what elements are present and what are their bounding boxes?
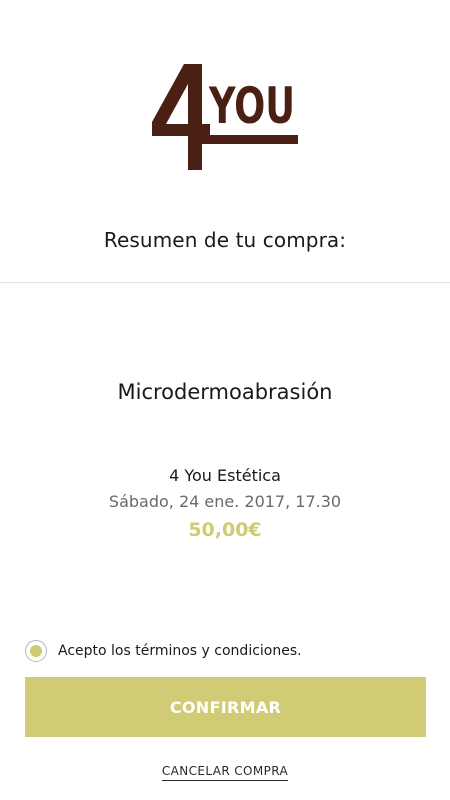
radio-selected-dot: [30, 645, 42, 657]
terms-checkbox-row[interactable]: Acepto los términos y condiciones.: [25, 640, 302, 662]
summary-title: Resumen de tu compra:: [103, 228, 347, 252]
cancel-purchase-container: CANCELAR COMPRA: [0, 760, 450, 781]
terms-radio[interactable]: [25, 640, 47, 662]
brand-logo: YOU: [152, 64, 298, 170]
salon-name: 4 You Estética: [169, 466, 281, 485]
purchase-summary-screen: YOU Resumen de tu compra: Microdermoabra…: [0, 0, 450, 800]
confirm-button[interactable]: CONFIRMAR: [25, 677, 426, 737]
svg-text:YOU: YOU: [208, 77, 295, 135]
appointment-datetime: Sábado, 24 ene. 2017, 17.30: [108, 492, 342, 511]
terms-label[interactable]: Acepto los términos y condiciones.: [58, 643, 302, 659]
price: 50,00€: [188, 519, 262, 541]
cancel-purchase-link[interactable]: CANCELAR COMPRA: [161, 764, 289, 781]
divider: [0, 282, 450, 283]
service-name: Microdermoabrasión: [117, 380, 333, 404]
